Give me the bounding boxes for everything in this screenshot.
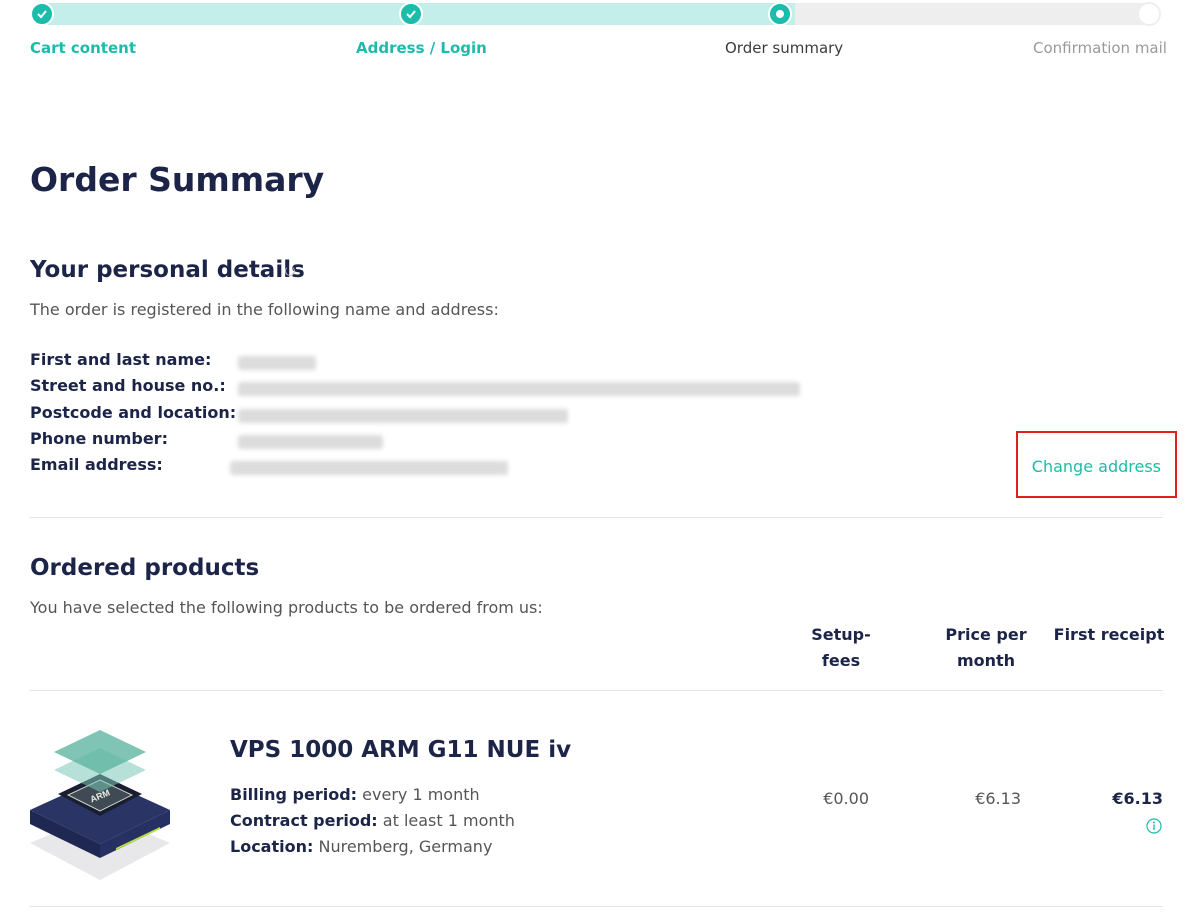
check-icon [37, 10, 47, 19]
email-label: Email address: [30, 455, 163, 474]
postcode-label: Postcode and location: [30, 403, 237, 422]
postcode-value-redacted [238, 409, 568, 423]
col-setup-line1: Setup- [811, 625, 871, 644]
check-icon [406, 10, 416, 19]
contract-period: Contract period: at least 1 month [230, 811, 515, 830]
contract-period-value: at least 1 month [377, 811, 515, 830]
location: Location: Nuremberg, Germany [230, 837, 492, 856]
personal-details-heading: Your personal details [30, 257, 305, 283]
step-confirmation-dot [1137, 2, 1161, 26]
product-name: VPS 1000 ARM G11 NUE iv [230, 737, 572, 763]
name-value-redacted [238, 356, 316, 370]
col-price-line1: Price per [945, 625, 1027, 644]
step-address-dot [399, 2, 423, 26]
detail-row-name: First and last name: [30, 350, 830, 376]
step-cart-link[interactable]: Cart content [30, 39, 136, 57]
col-setup-line2: fees [821, 651, 861, 670]
name-label: First and last name: [30, 350, 212, 369]
personal-details-intro: The order is registered in the following… [30, 300, 499, 319]
col-first-receipt: First receipt [1053, 625, 1165, 644]
step-summary-label: Order summary [725, 39, 844, 57]
location-label: Location: [230, 837, 314, 856]
street-label: Street and house no.: [30, 376, 226, 395]
section-divider [30, 517, 1163, 518]
step-confirmation-label: Confirmation mail [1033, 39, 1167, 57]
step-address-link[interactable]: Address / Login [356, 39, 487, 57]
detail-row-street: Street and house no.: [30, 376, 830, 402]
billing-period: Billing period: every 1 month [230, 785, 480, 804]
col-price-per-month: Price per month [940, 622, 1032, 674]
ordered-products-heading: Ordered products [30, 555, 260, 581]
street-value-redacted [238, 382, 800, 396]
detail-row-postcode: Postcode and location: [30, 403, 830, 429]
step-summary-dot [768, 2, 792, 26]
arm-server-product-image: ARM [30, 730, 170, 880]
col-setup-fees: Setup- fees [805, 622, 877, 674]
price-per-month-value: €6.13 [975, 789, 1021, 808]
checkout-progress [30, 0, 1162, 28]
product-row-divider [30, 906, 1163, 907]
change-address-link[interactable]: Change address [1032, 457, 1161, 476]
phone-value-redacted [238, 435, 383, 449]
billing-period-label: Billing period: [230, 785, 358, 804]
page-title: Order Summary [30, 160, 325, 199]
loading-spinner-icon [285, 266, 295, 276]
progress-track [42, 3, 1150, 25]
detail-row-email: Email address: [30, 455, 830, 481]
setup-fee-value: €0.00 [823, 789, 869, 808]
detail-row-phone: Phone number: [30, 429, 830, 455]
email-value-redacted [230, 461, 508, 475]
table-header-divider [30, 690, 1163, 691]
change-address-highlight: Change address [1016, 431, 1177, 498]
phone-label: Phone number: [30, 429, 168, 448]
contract-period-label: Contract period: [230, 811, 378, 830]
billing-period-value: every 1 month [357, 785, 480, 804]
info-icon[interactable] [1146, 818, 1162, 834]
col-price-line2: month [956, 651, 1016, 670]
ordered-products-intro: You have selected the following products… [30, 598, 543, 617]
first-receipt-value: €6.13 [1112, 789, 1163, 808]
location-value: Nuremberg, Germany [313, 837, 493, 856]
step-cart-dot [30, 2, 54, 26]
